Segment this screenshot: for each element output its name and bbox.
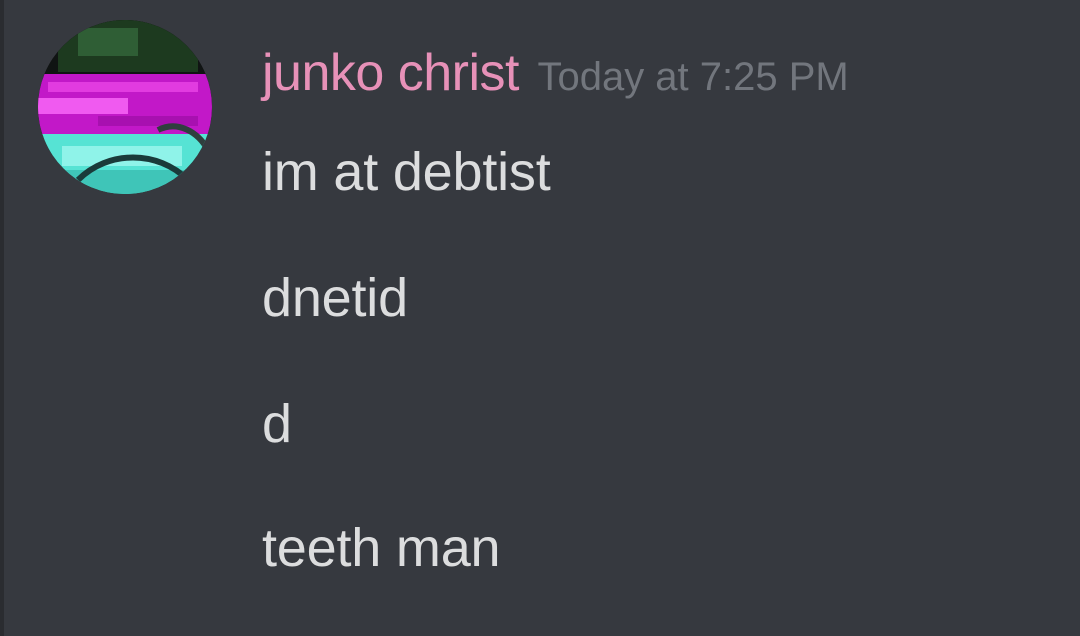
message-line: teeth man: [262, 518, 501, 578]
message-line: d: [262, 394, 292, 454]
message-header: junko christ Today at 7:25 PM: [262, 38, 849, 108]
avatar-image: [38, 20, 212, 194]
message-line: im at debtist: [262, 142, 551, 202]
timestamp: Today at 7:25 PM: [537, 55, 849, 99]
chat-message: junko christ Today at 7:25 PM im at debt…: [0, 0, 1080, 636]
username[interactable]: junko christ: [262, 38, 520, 108]
message-line: dnetid: [262, 268, 408, 328]
avatar[interactable]: [38, 20, 212, 194]
